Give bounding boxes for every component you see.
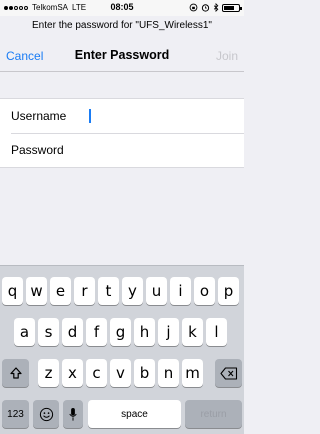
text-caret [89, 109, 91, 123]
key-x[interactable]: x [62, 359, 83, 387]
key-p[interactable]: p [218, 277, 239, 305]
key-y[interactable]: y [122, 277, 143, 305]
shift-key[interactable] [2, 359, 29, 387]
password-row[interactable]: Password [0, 133, 244, 167]
username-row[interactable]: Username [0, 99, 244, 133]
credentials-form: Username Password [0, 98, 244, 168]
password-prompt: Enter the password for "UFS_Wireless1" [32, 20, 212, 31]
key-r[interactable]: r [74, 277, 95, 305]
key-s[interactable]: s [38, 318, 59, 346]
orientation-lock-icon [189, 3, 198, 12]
key-d[interactable]: d [62, 318, 83, 346]
key-c[interactable]: c [86, 359, 107, 387]
key-z[interactable]: z [38, 359, 59, 387]
key-g[interactable]: g [110, 318, 131, 346]
key-k[interactable]: k [182, 318, 203, 346]
page-title: Enter Password [74, 48, 170, 62]
numbers-key[interactable]: 123 [2, 400, 29, 428]
navigation-bar: Cancel Enter Password Join [0, 40, 244, 72]
password-label: Password [11, 143, 64, 157]
emoji-icon [39, 407, 53, 421]
username-label: Username [11, 109, 67, 123]
alarm-icon [201, 4, 210, 12]
key-b[interactable]: b [134, 359, 155, 387]
key-h[interactable]: h [134, 318, 155, 346]
shift-icon [9, 367, 22, 379]
username-field[interactable] [89, 106, 244, 126]
join-button[interactable]: Join [216, 49, 238, 63]
bluetooth-icon [213, 3, 219, 12]
key-f[interactable]: f [86, 318, 107, 346]
battery-icon [222, 3, 242, 12]
key-i[interactable]: i [170, 277, 191, 305]
key-t[interactable]: t [98, 277, 119, 305]
key-l[interactable]: l [206, 318, 227, 346]
password-field[interactable] [89, 140, 244, 160]
keyboard: q w e r t y u i o p a s d f g h j k l z … [0, 265, 244, 434]
key-w[interactable]: w [26, 277, 47, 305]
delete-key[interactable] [215, 359, 242, 387]
key-e[interactable]: e [50, 277, 71, 305]
nav-divider [0, 71, 244, 72]
backspace-icon [219, 366, 237, 380]
key-u[interactable]: u [146, 277, 167, 305]
emoji-key[interactable] [33, 400, 59, 428]
key-m[interactable]: m [182, 359, 203, 387]
status-right [189, 3, 242, 12]
key-v[interactable]: v [110, 359, 131, 387]
microphone-icon [69, 407, 77, 421]
space-key[interactable]: space [88, 400, 181, 428]
key-a[interactable]: a [14, 318, 35, 346]
key-j[interactable]: j [158, 318, 179, 346]
return-key[interactable]: return [185, 400, 242, 428]
key-n[interactable]: n [158, 359, 179, 387]
status-bar: TelkomSA LTE 08:05 [0, 0, 244, 16]
key-o[interactable]: o [194, 277, 215, 305]
dictation-key[interactable] [63, 400, 83, 428]
key-q[interactable]: q [2, 277, 23, 305]
